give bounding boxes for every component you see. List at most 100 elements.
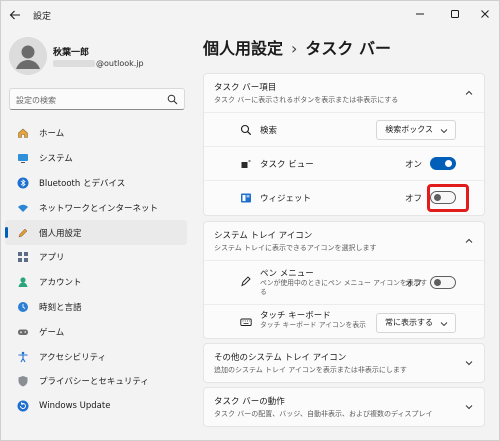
sidebar-item-accounts[interactable]: アカウント [5, 270, 187, 295]
avatar [9, 37, 47, 75]
close-icon [481, 10, 489, 18]
section-subtitle: タスク バーに表示されるボタンを表示または非表示にする [214, 96, 399, 104]
sidebar-item-apps[interactable]: アプリ [5, 245, 187, 270]
sidebar-item-label: ホーム [39, 129, 65, 140]
window-title: 設定 [33, 12, 52, 22]
other-tray-icons-header[interactable]: その他のシステム トレイ アイコン 追加のシステム トレイ アイコンを表示または… [204, 344, 484, 382]
toggle-state-label: オフ [404, 278, 422, 289]
settings-window: 設定 秋葉一郎 @outlook.jp ホーム [0, 0, 500, 441]
taskbar-items-header[interactable]: タスク バー項目 タスク バーに表示されるボタンを表示または非表示にする [204, 74, 484, 112]
user-avatar-icon [9, 37, 47, 75]
chevron-up-icon[interactable] [464, 236, 474, 246]
sidebar-item-time-language[interactable]: 時刻と言語 [5, 295, 187, 320]
home-icon [17, 127, 29, 139]
bluetooth-icon [17, 177, 29, 189]
minimize-button[interactable] [406, 5, 434, 23]
sidebar-item-system[interactable]: システム [5, 146, 187, 171]
user-profile[interactable]: 秋葉一郎 @outlook.jp [9, 37, 189, 77]
taskbar-behaviors-header[interactable]: タスク バーの動作 タスク バーの配置、バッジ、自動非表示、および複数のディスプ… [204, 388, 484, 426]
section-subtitle: タスク バーの配置、バッジ、自動非表示、および複数のディスプレイ [214, 410, 433, 418]
account-icon [17, 276, 29, 288]
back-arrow-icon [9, 10, 20, 20]
setting-label: ウィジェット [260, 193, 312, 204]
page-title: タスク バー [305, 39, 391, 58]
sidebar-item-label: Bluetooth とデバイス [39, 178, 126, 189]
chevron-down-icon [440, 320, 448, 328]
toggle-state-label: オン [404, 159, 422, 170]
sidebar-item-label: 時刻と言語 [39, 302, 82, 313]
chevron-up-icon[interactable] [464, 88, 474, 98]
sidebar-item-network[interactable]: ネットワークとインターネット [5, 195, 187, 220]
toggle-state-label: オフ [404, 193, 422, 204]
sidebar-item-label: アカウント [39, 278, 82, 289]
sidebar-item-gaming[interactable]: ゲーム [5, 319, 187, 344]
breadcrumb-parent[interactable]: 個人用設定 [203, 39, 283, 58]
settings-search-box[interactable] [9, 88, 185, 110]
update-icon [17, 400, 29, 412]
apps-icon [17, 251, 29, 263]
sidebar-item-privacy[interactable]: プライバシーとセキュリティ [5, 369, 187, 394]
sidebar-item-accessibility[interactable]: アクセシビリティ [5, 344, 187, 369]
taskbar-behaviors-card[interactable]: タスク バーの動作 タスク バーの配置、バッジ、自動非表示、および複数のディスプ… [203, 387, 485, 427]
user-name: 秋葉一郎 [53, 48, 90, 58]
section-subtitle: システム トレイに表示できるアイコンを選択します [214, 244, 377, 252]
toggle-knob [445, 160, 452, 167]
toggle-knob [434, 279, 441, 286]
sidebar-nav: ホーム システム Bluetooth とデバイス ネットワークとインターネット … [5, 121, 187, 419]
sidebar-item-label: プライバシーとセキュリティ [39, 377, 149, 388]
breadcrumb-separator: › [291, 39, 298, 58]
task-view-icon [240, 158, 252, 170]
touch-keyboard-setting-row: タッチ キーボード タッチ キーボード アイコンを表示 常に表示する [204, 304, 484, 340]
gamepad-icon [17, 326, 29, 338]
chevron-down-icon[interactable] [464, 402, 474, 412]
email-redaction [53, 60, 95, 67]
system-tray-header[interactable]: システム トレイ アイコン システム トレイに表示できるアイコンを選択します [204, 222, 484, 260]
breadcrumb: 個人用設定 › タスク バー [203, 35, 391, 59]
setting-label: タスク ビュー [260, 159, 314, 170]
pen-menu-toggle[interactable] [430, 276, 456, 289]
keyboard-icon [240, 316, 252, 328]
sidebar-item-personalization[interactable]: 個人用設定 [5, 220, 187, 245]
minimize-icon [416, 13, 424, 15]
sidebar-item-label: アクセシビリティ [39, 352, 107, 363]
system-monitor-icon [17, 152, 29, 164]
dropdown-value: 検索ボックス [385, 125, 433, 134]
pen-icon [17, 227, 29, 239]
sidebar-item-label: ゲーム [39, 327, 65, 338]
search-input[interactable] [16, 93, 162, 107]
title-bar: 設定 [1, 1, 499, 29]
back-button[interactable] [7, 7, 23, 23]
search-setting-row: 検索 検索ボックス [204, 112, 484, 146]
accessibility-icon [17, 351, 29, 363]
widgets-icon [240, 192, 252, 204]
section-title: システム トレイ アイコン [214, 231, 313, 241]
taskview-setting-row: タスク ビュー オン [204, 146, 484, 180]
other-tray-icons-card[interactable]: その他のシステム トレイ アイコン 追加のシステム トレイ アイコンを表示または… [203, 343, 485, 383]
close-button[interactable] [471, 5, 499, 23]
sidebar-item-bluetooth[interactable]: Bluetooth とデバイス [5, 171, 187, 196]
search-mode-dropdown[interactable]: 検索ボックス [376, 119, 456, 140]
section-title: タスク バーの動作 [214, 397, 285, 407]
setting-label: ペン メニュー [260, 269, 314, 279]
search-icon[interactable] [167, 94, 178, 105]
sidebar-item-home[interactable]: ホーム [5, 121, 187, 146]
setting-label: タッチ キーボード [260, 311, 331, 321]
taskview-toggle[interactable] [430, 157, 456, 170]
section-title: タスク バー項目 [214, 83, 277, 93]
chevron-down-icon[interactable] [464, 358, 474, 368]
sidebar-item-label: ネットワークとインターネット [39, 203, 159, 214]
touch-keyboard-dropdown[interactable]: 常に表示する [376, 312, 456, 333]
setting-label: 検索 [260, 125, 278, 136]
sidebar-item-label: アプリ [39, 253, 65, 264]
user-email: @outlook.jp [53, 59, 144, 68]
maximize-icon [451, 10, 459, 18]
sidebar-item-label: 個人用設定 [39, 228, 82, 239]
chevron-down-icon [440, 127, 448, 135]
sidebar-item-label: システム [39, 154, 73, 165]
sidebar-item-label: Windows Update [39, 401, 111, 412]
wifi-icon [17, 202, 29, 214]
pen-menu-setting-row: ペン メニュー ペンが使用中のときにペン メニュー アイコンを表示する オフ [204, 260, 484, 304]
sidebar-item-windows-update[interactable]: Windows Update [5, 394, 187, 419]
shield-icon [17, 375, 29, 387]
maximize-button[interactable] [441, 5, 469, 23]
